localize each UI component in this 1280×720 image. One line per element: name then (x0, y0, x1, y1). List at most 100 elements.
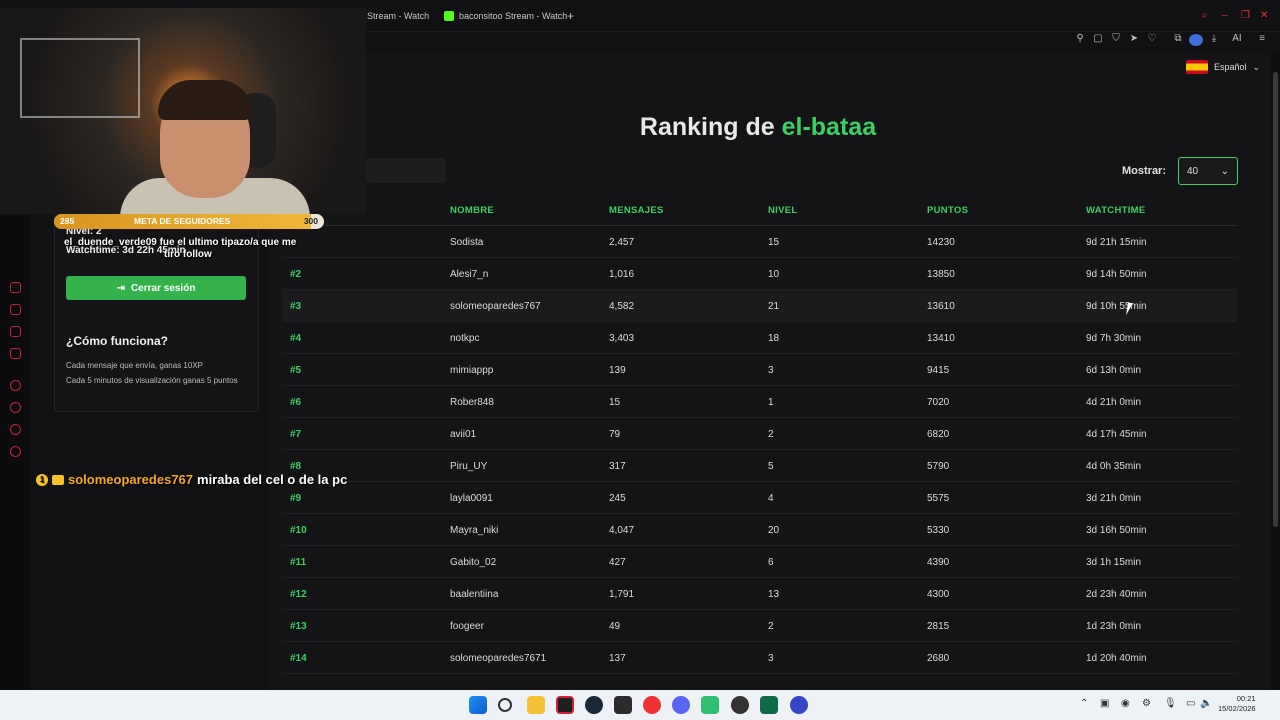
steam-icon[interactable] (585, 696, 603, 714)
table-row[interactable]: #11 Gabito_02 427 6 4390 3d 1h 15min (282, 546, 1237, 578)
table-row[interactable]: #13 foogeer 49 2 2815 1d 23h 0min (282, 610, 1237, 642)
clock-time: 00:21 (1236, 694, 1256, 703)
table-row[interactable]: #4 notkpc 3,403 18 13410 9d 7h 30min (282, 322, 1237, 354)
chevron-down-icon: ⌄ (1252, 61, 1261, 72)
bookmark-icon[interactable]: ⚲ (1073, 34, 1087, 44)
watchtime-cell: 3d 21h 0min (1086, 493, 1142, 504)
language-selector[interactable]: Español ⌄ (1186, 60, 1260, 74)
table-row[interactable]: #2 Alesi7_n 1,016 10 13850 9d 14h 50min (282, 258, 1237, 290)
heart-icon[interactable]: ♡ (1145, 34, 1159, 44)
tab-stream-watch[interactable]: Stream - Watch (367, 6, 429, 26)
rank-cell: #14 (290, 653, 307, 664)
rank-cell: #9 (290, 493, 302, 504)
table-row[interactable]: #14 solomeoparedes7671 137 3 2680 1d 20h 40mi… (282, 642, 1237, 674)
table-row[interactable]: #6 Rober848 15 1 7020 4d 21h 0min (282, 386, 1237, 418)
watchtime-cell: 1d 20h 40min (1086, 653, 1147, 664)
settings-icon[interactable] (10, 446, 21, 457)
show-count-select[interactable]: 40 ⌄ (1178, 157, 1238, 185)
kick-icon (444, 11, 454, 21)
ranking-table: NOMBRE MENSAJES NIVEL PUNTOS WATCHTIME S… (282, 194, 1237, 674)
column-header-messages[interactable]: MENSAJES (609, 205, 664, 216)
column-header-points[interactable]: PUNTOS (927, 205, 968, 216)
search-input[interactable] (366, 158, 446, 183)
rail-icon-6[interactable] (10, 402, 21, 413)
microphone-icon[interactable]: 🎙 (1164, 698, 1177, 709)
extensions-icon[interactable]: ⧉ (1171, 34, 1185, 44)
tray-chevron-icon[interactable]: ⌃ (1080, 698, 1088, 709)
snapshot-icon[interactable]: ▢ (1091, 34, 1105, 44)
logout-button[interactable]: ⇥ Cerrar sesión (66, 276, 246, 300)
media-player-icon[interactable] (643, 696, 661, 714)
profile-avatar[interactable] (1189, 34, 1203, 46)
points-cell: 9415 (927, 365, 950, 376)
column-header-watchtime[interactable]: WATCHTIME (1086, 205, 1146, 216)
app-icon[interactable] (701, 696, 719, 714)
name-cell: layla0091 (450, 493, 493, 504)
windows-start-icon[interactable] (469, 696, 487, 714)
messages-cell: 79 (609, 429, 621, 440)
messages-cell: 2,457 (609, 237, 635, 248)
terminal-icon[interactable] (760, 696, 778, 714)
new-tab-button[interactable]: + (567, 6, 574, 26)
watchtime-cell: 1d 23h 0min (1086, 621, 1142, 632)
rank-cell: #7 (290, 429, 302, 440)
taskbar-clock[interactable]: 00:21 15/02/2026 (1218, 694, 1256, 714)
rail-icon-4[interactable] (10, 348, 21, 359)
table-row[interactable]: #9 layla0091 245 4 5575 3d 21h 0min (282, 482, 1237, 514)
shield-icon[interactable]: ⛉ (1109, 34, 1123, 44)
level-cell: 10 (768, 269, 780, 280)
table-row[interactable]: #3 solomeoparedes767 4,582 21 13610 9d 10h 55… (282, 290, 1237, 322)
last-follower-alert-cont: tiro follow (164, 249, 212, 260)
subscriber-badge-icon (52, 474, 64, 485)
name-cell: foogeer (450, 621, 484, 632)
tray-app-icon[interactable]: ⚙ (1142, 698, 1151, 709)
volume-icon[interactable]: 🔈 (1200, 698, 1212, 709)
table-row[interactable]: #8 Piru_UY 317 5 5790 4d 0h 35min (282, 450, 1237, 482)
how-it-works-line: Cada mensaje que envía, ganas 10XP (66, 361, 203, 370)
table-row[interactable]: #7 avii01 79 2 6820 4d 17h 45min (282, 418, 1237, 450)
opera-gx-icon[interactable] (556, 696, 574, 714)
scrollbar-thumb[interactable] (1273, 72, 1278, 527)
scrollbar[interactable] (1271, 52, 1280, 690)
table-row[interactable]: Sodista 2,457 15 14230 9d 21h 15min (282, 226, 1237, 258)
table-row[interactable]: #12 baalentiina 1,791 13 4300 2d 23h 40min (282, 578, 1237, 610)
menu-icon[interactable]: ≡ (1255, 34, 1269, 44)
maximize-icon[interactable]: ❐ (1241, 10, 1250, 21)
obs-icon[interactable] (731, 696, 749, 714)
close-icon[interactable]: ✕ (1260, 10, 1268, 21)
spain-flag-icon (1186, 60, 1208, 74)
app-icon[interactable] (790, 696, 808, 714)
rail-icon-3[interactable] (10, 326, 21, 337)
column-header-name[interactable]: NOMBRE (450, 205, 494, 216)
clock-date: 15/02/2026 (1218, 704, 1256, 713)
name-cell: Alesi7_n (450, 269, 489, 280)
minimize-icon[interactable]: – (1222, 10, 1228, 21)
table-row[interactable]: #5 mimiappp 139 3 9415 6d 13h 0min (282, 354, 1237, 386)
column-header-level[interactable]: NIVEL (768, 205, 797, 216)
points-cell: 5330 (927, 525, 950, 536)
search-icon[interactable] (498, 698, 512, 712)
rail-icon-7[interactable] (10, 424, 21, 435)
points-cell: 13610 (927, 301, 955, 312)
tab-baconsitoo[interactable]: baconsitoo Stream - Watch (444, 6, 567, 26)
rail-icon-5[interactable] (10, 380, 21, 391)
epic-games-icon[interactable] (614, 696, 632, 714)
rail-icon-2[interactable] (10, 304, 21, 315)
download-icon[interactable]: ⤓ (1207, 34, 1221, 44)
messages-cell: 317 (609, 461, 626, 472)
search-icon[interactable]: ⌕ (1202, 10, 1208, 21)
table-row[interactable]: #10 Mayra_niki 4,047 20 5330 3d 16h 50min (282, 514, 1237, 546)
file-explorer-icon[interactable] (527, 696, 545, 714)
rail-icon-1[interactable] (10, 282, 21, 293)
ai-button[interactable]: AI (1226, 34, 1248, 44)
messages-cell: 139 (609, 365, 626, 376)
send-icon[interactable]: ➤ (1127, 34, 1141, 44)
messages-cell: 49 (609, 621, 621, 632)
tray-app-icon[interactable]: ▣ (1100, 698, 1109, 709)
tray-app-icon[interactable]: ◉ (1121, 698, 1130, 709)
tab-label: Stream - Watch (367, 11, 430, 21)
monitor-icon[interactable]: ▭ (1186, 698, 1195, 709)
language-label: Español (1214, 62, 1247, 72)
discord-icon[interactable] (672, 696, 690, 714)
name-cell: mimiappp (450, 365, 494, 376)
